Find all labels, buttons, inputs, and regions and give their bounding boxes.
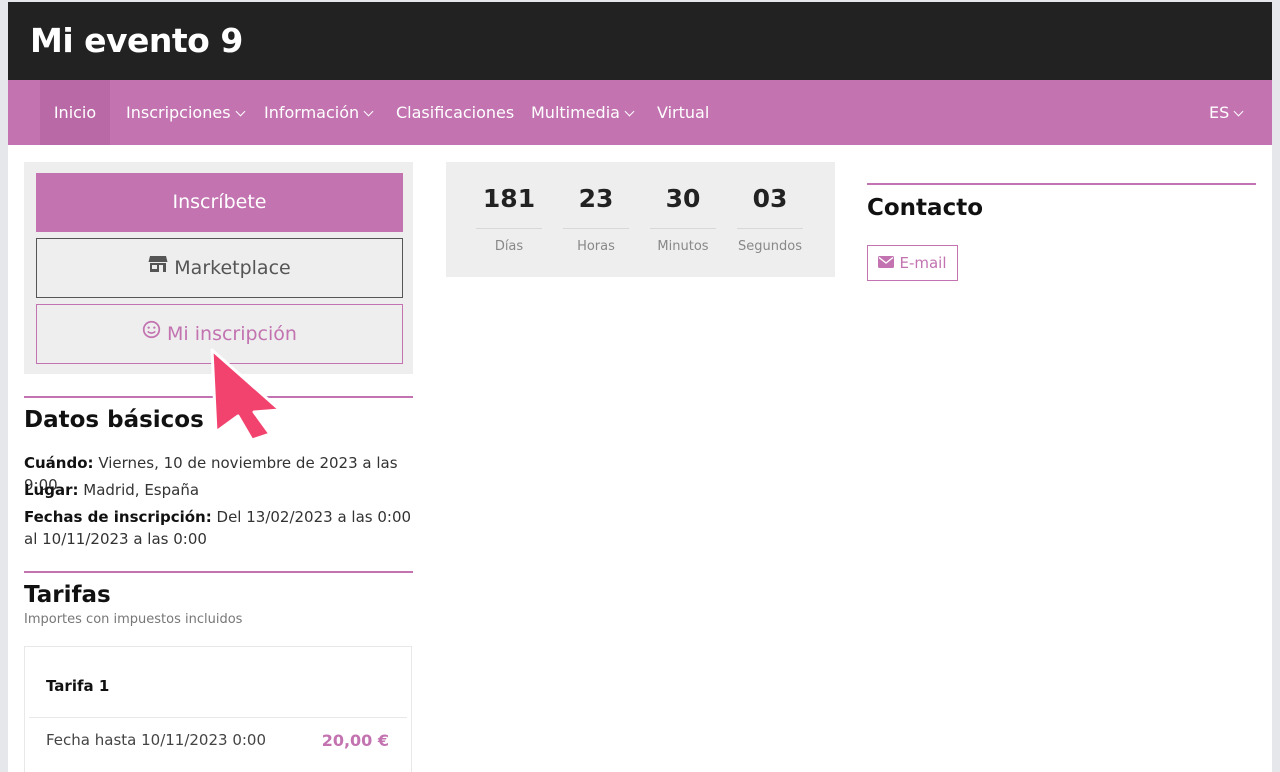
language-label: ES — [1209, 103, 1230, 122]
registration-dates-info: Fechas de inscripción: Del 13/02/2023 a … — [24, 506, 414, 550]
site-title[interactable]: Mi evento 9 — [30, 20, 243, 62]
chevron-down-icon — [1233, 106, 1244, 117]
nav-label: Inicio — [53, 103, 97, 122]
register-label: Inscríbete — [172, 191, 267, 213]
chevron-down-icon — [363, 106, 374, 117]
countdown-seconds-value: 03 — [752, 184, 788, 213]
fee-price: 20,00 € — [321, 731, 389, 750]
register-button[interactable]: Inscríbete — [36, 173, 403, 232]
countdown-hours-value: 23 — [578, 184, 614, 213]
countdown: 181 Días 23 Horas 30 Minutos 03 Segundos — [446, 162, 835, 277]
countdown-divider — [737, 228, 803, 229]
nav-item-informacion[interactable]: Información — [264, 80, 374, 145]
countdown-days-label: Días — [494, 239, 524, 254]
smile-icon — [142, 304, 161, 362]
nav-label: Inscripciones — [126, 103, 231, 122]
fees-note: Importes con impuestos incluidos — [24, 612, 243, 627]
nav-label: Virtual — [657, 103, 710, 122]
nav-item-inscripciones[interactable]: Inscripciones — [126, 80, 245, 145]
contact-title: Contacto — [867, 195, 983, 221]
when-label: Cuándo: — [24, 454, 94, 472]
countdown-days: 181 Días — [476, 162, 542, 277]
fee-divider — [29, 717, 407, 718]
store-icon — [148, 238, 168, 296]
nav-item-clasificaciones[interactable]: Clasificaciones — [396, 80, 514, 145]
fee-card: Tarifa 1 Fecha hasta 10/11/2023 0:00 20,… — [24, 646, 412, 772]
language-selector[interactable]: ES — [1209, 80, 1244, 145]
main-nav: Inicio Inscripciones Información Clasifi… — [8, 80, 1272, 145]
where-label: Lugar: — [24, 481, 79, 499]
where-value: Madrid, España — [83, 481, 200, 499]
fees-title: Tarifas — [24, 582, 111, 608]
nav-label: Multimedia — [531, 103, 620, 122]
countdown-minutes-label: Minutos — [657, 239, 709, 254]
page-frame: Mi evento 9 Inicio Inscripciones Informa… — [8, 2, 1272, 772]
chevron-down-icon — [235, 106, 245, 117]
nav-label: Clasificaciones — [396, 103, 515, 122]
email-button[interactable]: E-mail — [867, 245, 958, 281]
marketplace-button[interactable]: Marketplace — [36, 238, 403, 298]
chevron-down-icon — [624, 106, 635, 117]
nav-item-inicio[interactable]: Inicio — [40, 80, 110, 145]
countdown-divider — [476, 228, 542, 229]
nav-label: Información — [264, 103, 360, 122]
countdown-minutes: 30 Minutos — [650, 162, 716, 277]
section-divider — [24, 571, 413, 573]
countdown-seconds-label: Segundos — [738, 239, 802, 254]
countdown-divider — [563, 228, 629, 229]
pointer-cursor-icon — [210, 348, 282, 442]
countdown-divider — [650, 228, 716, 229]
action-panel: Inscríbete Marketplace Mi inscripción — [24, 162, 413, 374]
email-label: E-mail — [899, 254, 947, 272]
envelope-icon — [878, 246, 895, 280]
section-divider — [867, 183, 1256, 185]
my-registration-label: Mi inscripción — [167, 323, 297, 345]
fee-name: Tarifa 1 — [46, 677, 110, 695]
countdown-seconds: 03 Segundos — [737, 162, 803, 277]
registration-dates-label: Fechas de inscripción: — [24, 508, 212, 526]
basic-info-title: Datos básicos — [24, 407, 204, 433]
countdown-minutes-value: 30 — [665, 184, 701, 213]
where-info: Lugar: Madrid, España — [24, 479, 414, 501]
countdown-hours: 23 Horas — [563, 162, 629, 277]
site-header: Mi evento 9 — [8, 2, 1272, 80]
countdown-hours-label: Horas — [577, 239, 615, 254]
countdown-days-value: 181 — [482, 184, 536, 213]
marketplace-label: Marketplace — [174, 257, 291, 279]
nav-item-virtual[interactable]: Virtual — [657, 80, 709, 145]
nav-item-multimedia[interactable]: Multimedia — [531, 80, 635, 145]
fee-date: Fecha hasta 10/11/2023 0:00 — [46, 731, 267, 749]
